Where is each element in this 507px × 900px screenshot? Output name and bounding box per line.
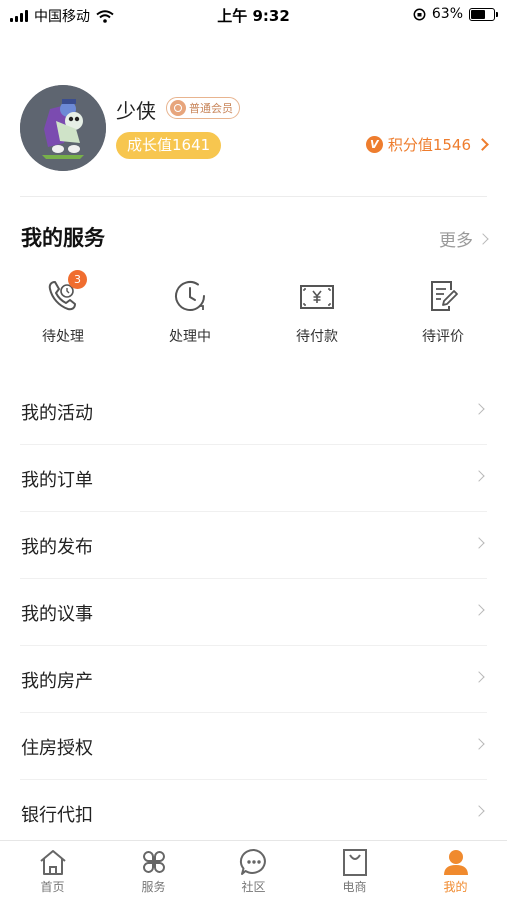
- tab-label: 社区: [241, 880, 266, 894]
- service-to-review[interactable]: 待评价: [393, 272, 493, 346]
- tab-label: 服务: [141, 880, 166, 894]
- pending-count-badge: 3: [68, 270, 87, 289]
- service-label: 待评价: [422, 329, 464, 345]
- services-row: 3 待处理 处理中 待付款 待评价: [0, 270, 507, 352]
- chevron-right-icon: [473, 805, 485, 817]
- menu-label: 我的订单: [21, 470, 93, 491]
- tab-label: 我的: [443, 880, 468, 894]
- menu-label: 我的活动: [21, 403, 93, 424]
- service-to-pay[interactable]: 待付款: [267, 272, 367, 346]
- yen-bill-icon: [300, 285, 334, 309]
- battery-icon: [469, 7, 498, 21]
- tab-label: 首页: [40, 880, 65, 894]
- chevron-right-icon: [476, 138, 489, 151]
- menu-label: 我的议事: [21, 604, 93, 625]
- chevron-right-icon: [473, 671, 485, 683]
- orientation-lock-icon: [413, 8, 426, 20]
- chevron-right-icon: [473, 403, 485, 415]
- person-icon: [443, 850, 468, 875]
- chevron-right-icon: [473, 604, 485, 616]
- growth-value-pill[interactable]: 成长值1641: [116, 132, 222, 159]
- menu-my-property[interactable]: 我的房产: [20, 646, 487, 713]
- member-level-badge[interactable]: 普通会员: [166, 97, 240, 119]
- tab-mine[interactable]: 我的: [405, 847, 506, 895]
- menu-label: 住房授权: [21, 738, 93, 759]
- chat-icon: [239, 848, 266, 875]
- tab-services[interactable]: 服务: [103, 847, 204, 895]
- avatar-image: [20, 85, 106, 171]
- tab-shop[interactable]: 电商: [304, 847, 405, 895]
- bottom-tab-bar: 首页 服务 社区 电商 我的: [0, 840, 507, 900]
- chevron-right-icon: [473, 738, 485, 750]
- member-icon: [170, 100, 186, 116]
- points-value-link[interactable]: V 积分值1546: [365, 134, 489, 155]
- tab-community[interactable]: 社区: [203, 847, 304, 895]
- service-label: 待处理: [42, 329, 84, 345]
- grid-icon: [142, 851, 165, 873]
- more-label: 更多: [439, 231, 473, 251]
- shopping-bag-icon: [342, 849, 367, 876]
- chevron-right-icon: [473, 470, 485, 482]
- service-processing[interactable]: 处理中: [140, 272, 240, 346]
- chevron-right-icon: [477, 232, 489, 245]
- username: 少侠: [116, 99, 156, 123]
- points-v-icon: V: [365, 136, 383, 153]
- tab-home[interactable]: 首页: [2, 847, 103, 895]
- services-more-link[interactable]: 更多: [439, 226, 489, 251]
- home-icon: [39, 850, 66, 875]
- menu-my-activities[interactable]: 我的活动: [20, 378, 487, 445]
- menu-label: 我的发布: [21, 537, 93, 558]
- menu-housing-authorization[interactable]: 住房授权: [20, 713, 487, 780]
- document-edit-icon: [431, 281, 458, 311]
- status-bar: 中国移动 上午 9:32 63%: [0, 0, 507, 30]
- menu-my-discussions[interactable]: 我的议事: [20, 579, 487, 646]
- service-label: 待付款: [296, 329, 338, 345]
- menu-my-posts[interactable]: 我的发布: [20, 512, 487, 579]
- avatar[interactable]: [20, 85, 106, 171]
- member-level-label: 普通会员: [189, 102, 233, 115]
- services-title: 我的服务: [21, 226, 105, 250]
- menu-label: 我的房产: [21, 671, 93, 692]
- tab-label: 电商: [342, 880, 367, 894]
- service-label: 处理中: [169, 329, 211, 345]
- clock-icon: [175, 281, 205, 311]
- battery-percent: 63%: [431, 6, 463, 22]
- menu-label: 银行代扣: [21, 805, 93, 826]
- profile-divider: [20, 196, 487, 197]
- service-pending[interactable]: 3 待处理: [13, 270, 113, 346]
- points-label: 积分值1546: [387, 136, 471, 154]
- menu-my-orders[interactable]: 我的订单: [20, 445, 487, 512]
- profile-header[interactable]: 少侠 普通会员 成长值1641 V 积分值1546: [20, 85, 489, 175]
- chevron-right-icon: [473, 537, 485, 549]
- menu-bank-withholding[interactable]: 银行代扣: [20, 780, 487, 847]
